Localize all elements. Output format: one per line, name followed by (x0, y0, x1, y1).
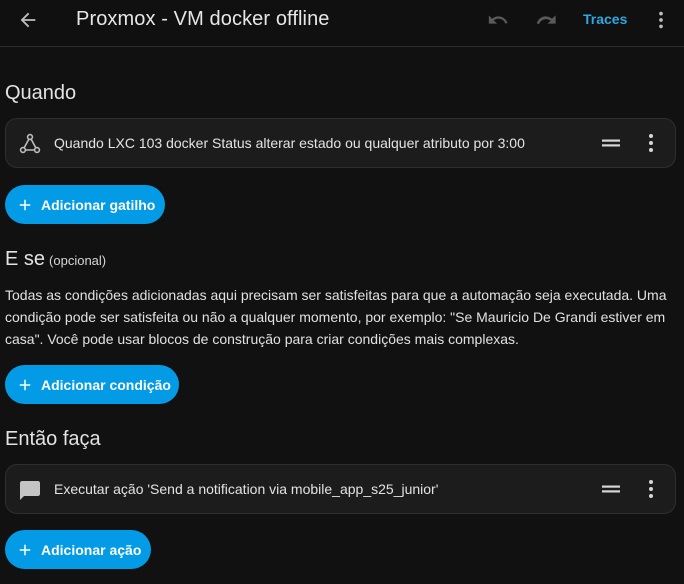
add-action-button[interactable]: Adicionar ação (5, 530, 151, 569)
top-app-bar: Proxmox - VM docker offline Traces (0, 0, 684, 47)
trigger-menu-icon[interactable] (639, 131, 663, 155)
plus-icon (19, 199, 31, 210)
triggers-heading: Quando (5, 82, 77, 104)
undo-button[interactable] (482, 4, 514, 36)
dots-vertical-icon (659, 11, 663, 29)
conditions-heading: E se (opcional) (5, 248, 106, 271)
optional-label: (opcional) (49, 253, 107, 268)
redo-button[interactable] (530, 4, 562, 36)
add-condition-label: Adicionar condição (41, 376, 171, 393)
action-text: Executar ação 'Send a notification via m… (54, 481, 439, 497)
traces-button[interactable]: Traces (583, 11, 627, 27)
message-icon (20, 481, 40, 500)
arrow-left-icon (20, 12, 36, 28)
undo-icon (488, 15, 508, 24)
drag-handle-icon[interactable] (599, 477, 623, 501)
add-action-label: Adicionar ação (41, 541, 142, 558)
conditions-description: Todas as condições adicionadas aqui prec… (5, 287, 667, 347)
trigger-text: Quando LXC 103 docker Status alterar est… (54, 135, 525, 151)
state-change-icon (19, 133, 41, 154)
add-condition-button[interactable]: Adicionar condição (5, 365, 179, 404)
action-menu-icon[interactable] (639, 477, 663, 501)
plus-icon (19, 379, 31, 390)
action-card[interactable]: Executar ação 'Send a notification via m… (5, 464, 676, 514)
page-title: Proxmox - VM docker offline (76, 8, 330, 30)
trigger-card[interactable]: Quando LXC 103 docker Status alterar est… (5, 118, 676, 168)
back-button[interactable] (12, 4, 44, 36)
add-trigger-label: Adicionar gatilho (41, 196, 156, 213)
add-trigger-button[interactable]: Adicionar gatilho (5, 185, 165, 224)
drag-handle-icon[interactable] (599, 131, 623, 155)
actions-heading: Então faça (5, 428, 101, 450)
plus-icon (19, 544, 31, 555)
redo-icon (536, 15, 556, 25)
conditions-title: E se (5, 248, 46, 270)
overflow-menu-button[interactable] (645, 4, 677, 36)
